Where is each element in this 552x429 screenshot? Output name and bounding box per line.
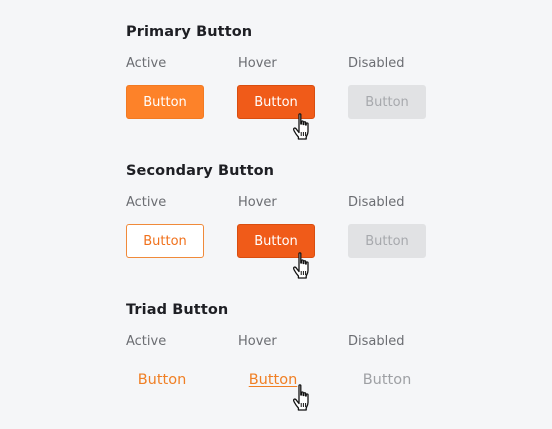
- section-title: Triad Button: [126, 302, 229, 318]
- secondary-disabled-button: Button: [348, 224, 426, 258]
- section-title: Primary Button: [126, 24, 253, 40]
- primary-button-section: Primary Button: [126, 24, 536, 40]
- hand-pointer-icon: [292, 384, 309, 411]
- state-label-disabled: Disabled: [348, 334, 405, 349]
- state-label-hover: Hover: [238, 334, 277, 349]
- secondary-button-section: Secondary Button: [126, 163, 536, 179]
- state-label-active: Active: [126, 56, 167, 71]
- primary-disabled-button: Button: [348, 85, 426, 119]
- secondary-active-button[interactable]: Button: [126, 224, 204, 258]
- state-label-active: Active: [126, 334, 167, 349]
- triad-active-button[interactable]: Button: [123, 363, 201, 397]
- state-label-disabled: Disabled: [348, 195, 405, 210]
- hand-pointer-icon: [292, 113, 309, 140]
- section-title: Secondary Button: [126, 163, 275, 179]
- triad-disabled-button: Button: [362, 372, 412, 388]
- triad-button-section: Triad Button: [126, 302, 536, 318]
- state-label-active: Active: [126, 195, 167, 210]
- state-label-hover: Hover: [238, 195, 277, 210]
- state-label-disabled: Disabled: [348, 56, 405, 71]
- primary-active-button[interactable]: Button: [126, 85, 204, 119]
- state-label-hover: Hover: [238, 56, 277, 71]
- hand-pointer-icon: [292, 252, 309, 279]
